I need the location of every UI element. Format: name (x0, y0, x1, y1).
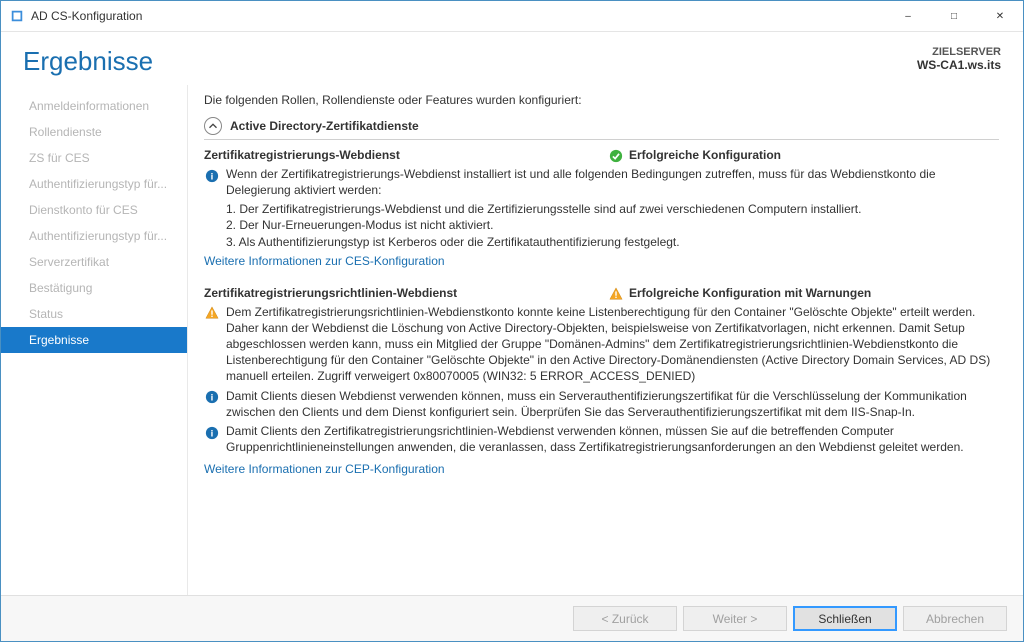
ces-status-text: Erfolgreiche Konfiguration (629, 148, 781, 162)
window-title: AD CS-Konfiguration (31, 9, 142, 23)
warning-icon (204, 305, 220, 321)
ces-more-info-link[interactable]: Weitere Informationen zur CES-Konfigurat… (204, 254, 445, 268)
back-button: < Zurück (573, 606, 677, 631)
cep-warning-note: Dem Zertifikatregistrierungsrichtlinien-… (204, 304, 999, 385)
cep-section-header: Zertifikatregistrierungsrichtlinien-Webd… (204, 286, 999, 301)
sidebar-item-service-account[interactable]: Dienstkonto für CES (1, 197, 187, 223)
wizard-sidebar: Anmeldeinformationen Rollendienste ZS fü… (1, 85, 187, 595)
sidebar-item-auth-type-2[interactable]: Authentifizierungstyp für... (1, 223, 187, 249)
sidebar-item-results[interactable]: Ergebnisse (1, 327, 187, 353)
ces-condition-2: 2. Der Nur-Erneuerungen-Modus ist nicht … (226, 217, 999, 233)
target-server-label: ZIELSERVER (917, 46, 1001, 58)
collapse-icon[interactable] (204, 117, 222, 135)
info-icon: i (204, 167, 220, 183)
sidebar-item-auth-type-1[interactable]: Authentifizierungstyp für... (1, 171, 187, 197)
wizard-footer: < Zurück Weiter > Schließen Abbrechen (1, 595, 1023, 641)
intro-text: Die folgenden Rollen, Rollendienste oder… (204, 93, 999, 107)
success-icon (609, 148, 623, 163)
cep-status-text: Erfolgreiche Konfiguration mit Warnungen (629, 286, 871, 300)
svg-text:i: i (211, 171, 214, 182)
ces-section-header: Zertifikatregistrierungs-Webdienst Erfol… (204, 148, 999, 163)
svg-text:i: i (211, 393, 214, 404)
ces-condition-1: 1. Der Zertifikatregistrierungs-Webdiens… (226, 201, 999, 217)
cep-warning-text: Dem Zertifikatregistrierungsrichtlinien-… (226, 304, 999, 385)
svg-text:i: i (211, 428, 214, 439)
info-icon: i (204, 389, 220, 405)
wizard-window: AD CS-Konfiguration – □ ✕ Ergebnisse ZIE… (0, 0, 1024, 642)
content-scroll[interactable]: Die folgenden Rollen, Rollendienste oder… (204, 93, 1003, 488)
sidebar-item-role-services[interactable]: Rollendienste (1, 119, 187, 145)
sidebar-item-ca-for-ces[interactable]: ZS für CES (1, 145, 187, 171)
page-title: Ergebnisse (23, 46, 153, 77)
app-icon (9, 8, 25, 24)
cep-info-note-1: i Damit Clients diesen Webdienst verwend… (204, 388, 999, 420)
cep-section-title: Zertifikatregistrierungsrichtlinien-Webd… (204, 286, 457, 300)
close-button[interactable]: Schließen (793, 606, 897, 631)
content-pane: Die folgenden Rollen, Rollendienste oder… (187, 85, 1023, 595)
body: Anmeldeinformationen Rollendienste ZS fü… (1, 85, 1023, 595)
target-server-name: WS-CA1.ws.its (917, 58, 1001, 72)
header: Ergebnisse ZIELSERVER WS-CA1.ws.its (1, 32, 1023, 85)
sidebar-item-server-cert[interactable]: Serverzertifikat (1, 249, 187, 275)
cep-info-text-1: Damit Clients diesen Webdienst verwenden… (226, 388, 999, 420)
minimize-button[interactable]: – (885, 1, 931, 31)
ces-info-text: Wenn der Zertifikatregistrierungs-Webdie… (226, 166, 999, 198)
info-icon: i (204, 424, 220, 440)
titlebar: AD CS-Konfiguration – □ ✕ (1, 1, 1023, 32)
ces-section-title: Zertifikatregistrierungs-Webdienst (204, 148, 400, 162)
cep-info-note-2: i Damit Clients den Zertifikatregistrier… (204, 423, 999, 455)
next-button: Weiter > (683, 606, 787, 631)
role-expander-label: Active Directory-Zertifikatdienste (230, 119, 419, 133)
sidebar-item-status[interactable]: Status (1, 301, 187, 327)
warning-icon (609, 286, 623, 301)
maximize-button[interactable]: □ (931, 1, 977, 31)
window-controls: – □ ✕ (885, 1, 1023, 31)
role-expander-row: Active Directory-Zertifikatdienste (204, 117, 999, 140)
sidebar-item-confirmation[interactable]: Bestätigung (1, 275, 187, 301)
cep-info-text-2: Damit Clients den Zertifikatregistrierun… (226, 423, 999, 455)
cep-more-info-link[interactable]: Weitere Informationen zur CEP-Konfigurat… (204, 462, 445, 476)
ces-condition-3: 3. Als Authentifizierungstyp ist Kerbero… (226, 234, 999, 250)
close-window-button[interactable]: ✕ (977, 1, 1023, 31)
ces-info-note: i Wenn der Zertifikatregistrierungs-Webd… (204, 166, 999, 198)
cancel-button: Abbrechen (903, 606, 1007, 631)
target-server-block: ZIELSERVER WS-CA1.ws.its (917, 46, 1001, 72)
sidebar-item-credentials[interactable]: Anmeldeinformationen (1, 93, 187, 119)
